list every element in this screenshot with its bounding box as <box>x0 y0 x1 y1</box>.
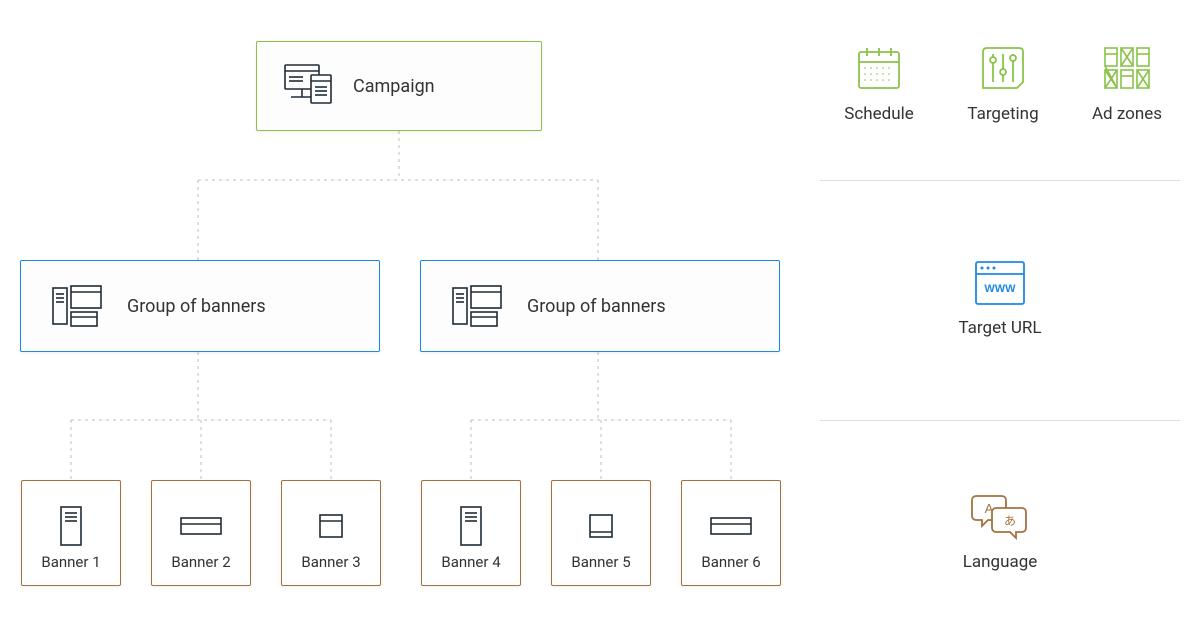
banner-node-4: Banner 4 <box>421 480 521 586</box>
banner-node-3: Banner 3 <box>281 480 381 586</box>
group-node-2: Group of banners <box>420 260 780 352</box>
group-label-2: Group of banners <box>527 296 666 317</box>
sidebar-adzones: Ad zones <box>1072 42 1182 124</box>
sidebar-targeting: Targeting <box>948 42 1058 124</box>
svg-text:WWW: WWW <box>984 283 1016 295</box>
banner-square-icon <box>317 505 345 547</box>
svg-text:あ: あ <box>1004 514 1016 528</box>
target-url-label: Target URL <box>920 318 1080 338</box>
campaign-label: Campaign <box>353 76 435 97</box>
banner-label-3: Banner 3 <box>282 547 380 571</box>
banner-label-1: Banner 1 <box>22 547 120 571</box>
banner-vertical-icon <box>458 505 484 547</box>
banner-node-1: Banner 1 <box>21 480 121 586</box>
banner-node-2: Banner 2 <box>151 480 251 586</box>
sidebar-target-url: WWW Target URL <box>920 258 1080 338</box>
calendar-icon <box>824 42 934 94</box>
banner-label-4: Banner 4 <box>422 547 520 571</box>
sidebar-divider-1 <box>820 180 1180 181</box>
banner-horizontal-icon <box>709 505 753 547</box>
targeting-label: Targeting <box>948 104 1058 124</box>
browser-www-icon: WWW <box>920 258 1080 308</box>
adzones-label: Ad zones <box>1072 104 1182 124</box>
banner-node-6: Banner 6 <box>681 480 781 586</box>
banner-label-5: Banner 5 <box>552 547 650 571</box>
banner-label-2: Banner 2 <box>152 547 250 571</box>
group-label-1: Group of banners <box>127 296 266 317</box>
targeting-icon <box>948 42 1058 94</box>
campaign-icon <box>281 63 335 109</box>
campaign-node: Campaign <box>256 41 542 131</box>
banner-vertical-icon <box>58 505 84 547</box>
banners-group-icon <box>51 284 107 328</box>
group-node-1: Group of banners <box>20 260 380 352</box>
diagram-stage: Campaign Group of banners <box>0 0 1200 628</box>
banner-square-icon <box>587 505 615 547</box>
banner-horizontal-icon <box>179 505 223 547</box>
adzones-icon <box>1072 42 1182 94</box>
language-icon: A あ <box>920 490 1080 542</box>
banner-label-6: Banner 6 <box>682 547 780 571</box>
banners-group-icon <box>451 284 507 328</box>
sidebar-divider-2 <box>820 420 1180 421</box>
schedule-label: Schedule <box>824 104 934 124</box>
sidebar-schedule: Schedule <box>824 42 934 124</box>
sidebar-language: A あ Language <box>920 490 1080 572</box>
banner-node-5: Banner 5 <box>551 480 651 586</box>
language-label: Language <box>920 552 1080 572</box>
